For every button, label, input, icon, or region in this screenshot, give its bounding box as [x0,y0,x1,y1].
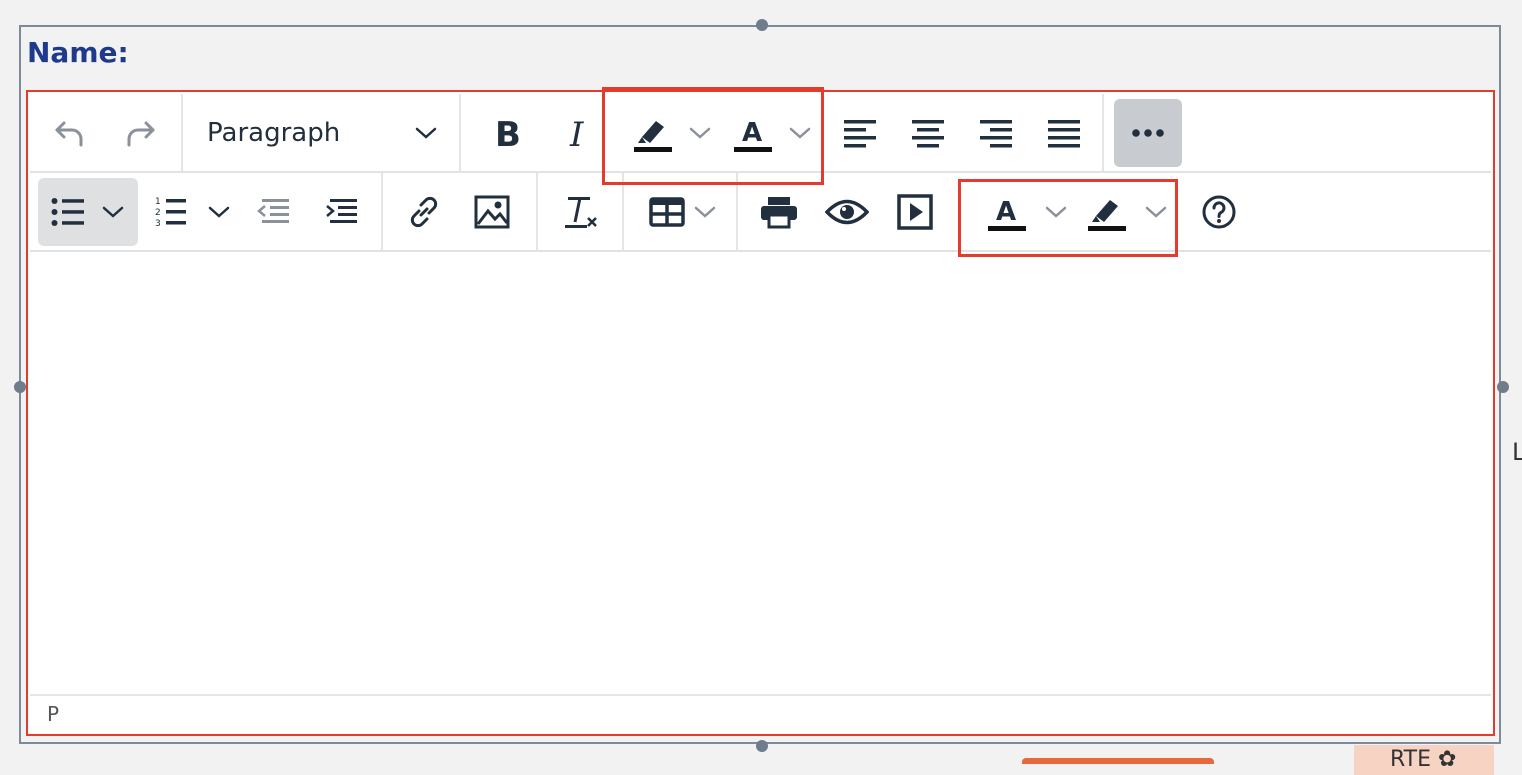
rte-tag: RTE ✿ [1354,745,1494,775]
align-justify-button[interactable] [1041,110,1087,156]
outdent-icon [257,198,289,223]
side-letter: L [1512,438,1522,466]
chevron-down-icon [689,127,711,139]
rich-text-editor: Paragraph B I A 1 2 3 A P [26,90,1495,736]
svg-text:2: 2 [155,208,161,218]
bold-icon: B [495,116,521,150]
toolbar-row-2: 1 2 3 A [30,173,1491,252]
svg-text:A: A [742,118,762,148]
chevron-down-icon [102,206,124,218]
field-label: Name: [27,36,129,69]
align-center-button[interactable] [905,110,951,156]
resize-handle-left[interactable] [14,381,26,393]
editor-content-area[interactable] [30,252,1491,694]
chevron-down-icon [1045,206,1067,218]
bold-button[interactable]: B [485,110,531,156]
table-group [624,173,738,250]
align-left-icon [844,119,876,147]
italic-icon: I [569,116,584,150]
statusbar: P [30,694,1491,732]
insert-group [383,173,538,250]
list-group: 1 2 3 [30,173,383,250]
element-path[interactable]: P [47,702,59,726]
print-icon [761,196,797,228]
chevron-down-icon [415,127,437,139]
more-icon [1132,128,1164,137]
chevron-down-icon [789,127,811,139]
redo-button[interactable] [118,111,162,155]
align-justify-icon [1048,119,1080,147]
undo-icon [55,121,83,146]
align-center-icon [912,119,944,147]
align-group [831,94,1104,171]
misc-group: A [738,173,1208,250]
highlight-color-icon [1088,199,1126,231]
clear-format-icon [565,196,597,228]
align-left-button[interactable] [837,110,883,156]
help-button[interactable] [1196,189,1242,235]
svg-text:B: B [495,116,521,150]
format-group: Paragraph [183,94,461,171]
media-button[interactable] [892,189,938,235]
image-button[interactable] [469,189,515,235]
block-format-dropdown[interactable]: Paragraph [207,118,438,148]
outdent-button[interactable] [250,189,296,235]
svg-text:1: 1 [155,197,161,207]
resize-handle-right[interactable] [1497,381,1509,393]
text-color-split-button-2[interactable]: A [984,189,1070,235]
text-color-icon: A [988,197,1026,231]
align-right-button[interactable] [973,110,1019,156]
numbered-list-split-button[interactable]: 1 2 3 [150,189,236,235]
text-color-icon: A [734,118,772,152]
svg-text:I: I [569,116,584,150]
block-format-label: Paragraph [207,117,341,148]
numbered-list-icon: 1 2 3 [155,197,186,229]
highlight-color-split-button[interactable] [631,110,713,156]
bottom-orange-tab [1022,758,1214,764]
help-icon [1202,195,1236,228]
clear-group [538,173,624,250]
indent-icon [326,198,357,223]
chevron-down-icon [1145,206,1167,218]
more-button[interactable] [1114,98,1182,167]
bullet-list-split-button[interactable] [38,177,138,246]
history-group [30,94,183,171]
link-button[interactable] [401,189,447,235]
chevron-down-icon [208,206,230,218]
clear-formatting-button[interactable] [558,189,604,235]
text-style-group: B I A [461,94,831,171]
svg-text:A: A [996,197,1016,227]
toolbar-row-1: Paragraph B I A [30,94,1491,173]
table-split-button[interactable] [644,189,722,235]
text-color-split-button[interactable]: A [731,110,813,156]
media-icon [897,193,933,230]
preview-icon [825,199,869,224]
print-button[interactable] [756,189,802,235]
italic-button[interactable]: I [555,110,601,156]
chevron-down-icon [694,206,716,218]
svg-text:3: 3 [155,219,161,229]
indent-button[interactable] [318,189,364,235]
redo-icon [127,121,155,146]
align-right-icon [980,119,1012,147]
resize-handle-bottom[interactable] [756,740,768,752]
table-icon [649,196,685,227]
bullet-list-icon [51,197,84,226]
image-icon [474,195,510,228]
link-icon [410,196,438,227]
undo-button[interactable] [48,111,92,155]
resize-handle-top[interactable] [756,19,768,31]
highlight-color-split-button-2[interactable] [1084,189,1170,235]
preview-button[interactable] [824,189,870,235]
highlight-color-icon [634,120,672,152]
